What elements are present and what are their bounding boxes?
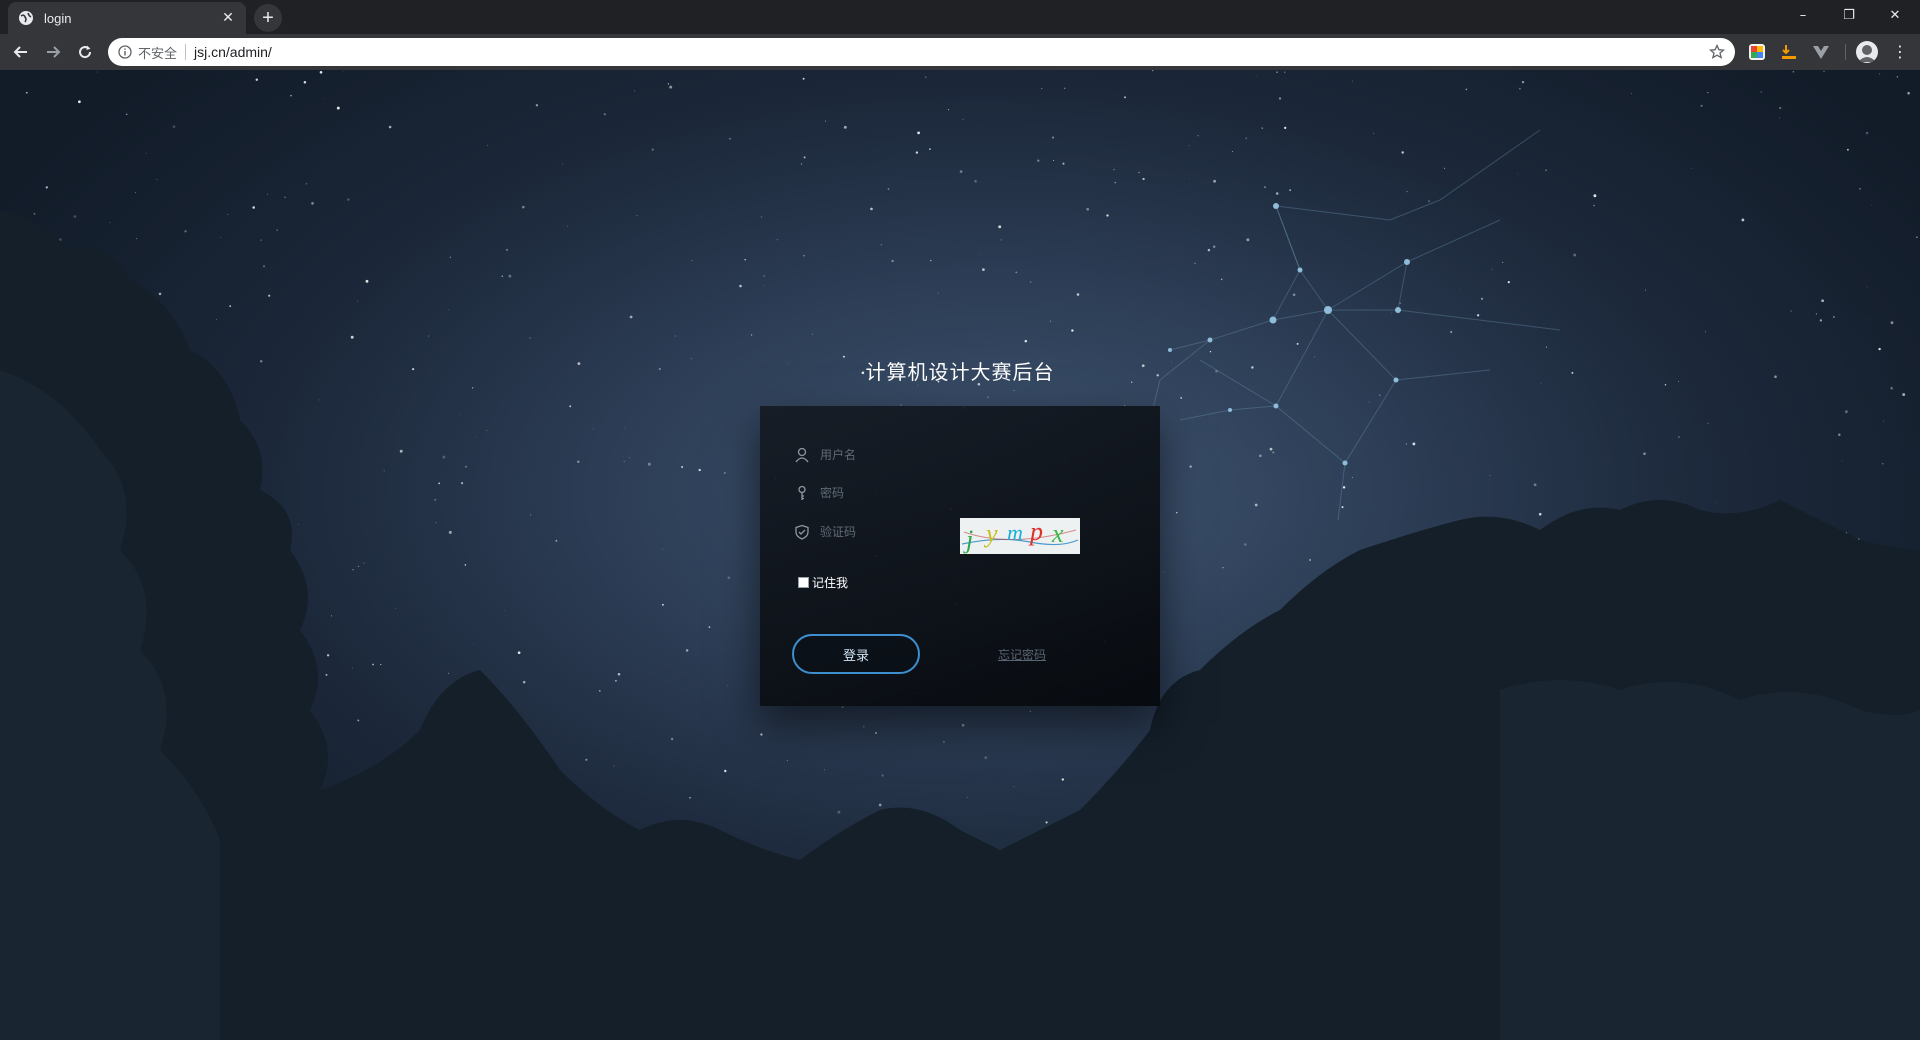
forward-button[interactable] xyxy=(41,40,65,64)
reload-button[interactable] xyxy=(73,40,97,64)
username-field xyxy=(794,444,950,466)
tab-login[interactable]: login ✕ xyxy=(8,2,246,34)
profile-avatar[interactable] xyxy=(1856,41,1878,63)
shield-icon xyxy=(795,524,809,540)
divider xyxy=(185,44,187,60)
svg-text:m: m xyxy=(1007,520,1023,545)
remember-checkbox[interactable] xyxy=(798,577,809,588)
tab-close-icon[interactable]: ✕ xyxy=(220,10,236,26)
new-tab-button[interactable]: + xyxy=(254,4,282,32)
back-button[interactable] xyxy=(9,40,33,64)
captcha-input[interactable] xyxy=(820,525,950,539)
page-title: 计算机设计大赛后台 xyxy=(865,360,1055,384)
remember-me[interactable]: 记住我 xyxy=(798,574,848,591)
avatar-icon xyxy=(1858,45,1876,62)
arrow-right-icon xyxy=(47,46,61,58)
svg-text:x: x xyxy=(1051,519,1064,548)
tab-title: login xyxy=(44,10,72,26)
vue-devtools-icon[interactable] xyxy=(1812,43,1830,61)
username-input[interactable] xyxy=(820,448,950,462)
user-icon xyxy=(795,447,809,463)
svg-text:y: y xyxy=(983,519,998,548)
restore-button[interactable]: ❐ xyxy=(1826,0,1872,30)
captcha-image[interactable]: j y m p x xyxy=(960,518,1080,554)
page-viewport: 计算机设计大赛后台 用户名 验证码 j y m p x 记住我 登录 忘记密码 xyxy=(0,70,1920,1040)
toolbar-divider xyxy=(1845,44,1846,60)
key-icon xyxy=(798,485,806,500)
login-button[interactable]: 登录 xyxy=(792,634,920,674)
svg-text:p: p xyxy=(1028,518,1043,546)
extension-icon[interactable] xyxy=(1748,43,1766,61)
minimize-button[interactable]: – xyxy=(1780,0,1826,30)
login-panel: j y m p x 记住我 登录 忘记密码 xyxy=(760,406,1160,706)
reload-icon xyxy=(79,45,92,59)
star-icon[interactable] xyxy=(1709,44,1725,60)
close-window-button[interactable]: ✕ xyxy=(1872,0,1918,30)
captcha-field xyxy=(794,521,950,543)
security-label[interactable]: 不安全 xyxy=(138,43,177,62)
browser-toolbar: 不安全 jsj.cn/admin/ ⋮ xyxy=(0,34,1920,70)
svg-text:j: j xyxy=(963,525,973,554)
address-bar[interactable]: 不安全 jsj.cn/admin/ xyxy=(108,38,1735,66)
remember-label: 记住我 xyxy=(812,576,849,590)
browser-tab-bar: login ✕ + – ❐ ✕ xyxy=(0,0,1920,34)
arrow-left-icon xyxy=(13,46,27,58)
browser-menu-button[interactable]: ⋮ xyxy=(1890,42,1910,62)
info-icon[interactable] xyxy=(118,45,132,59)
password-field xyxy=(794,482,950,504)
forgot-password-link[interactable]: 忘记密码 xyxy=(998,646,1046,663)
captcha-glyphs: j y m p x xyxy=(961,518,1079,554)
globe-icon xyxy=(19,11,33,25)
download-extension-icon[interactable] xyxy=(1780,43,1798,61)
password-input[interactable] xyxy=(820,486,950,500)
url-text[interactable]: jsj.cn/admin/ xyxy=(194,44,1709,60)
